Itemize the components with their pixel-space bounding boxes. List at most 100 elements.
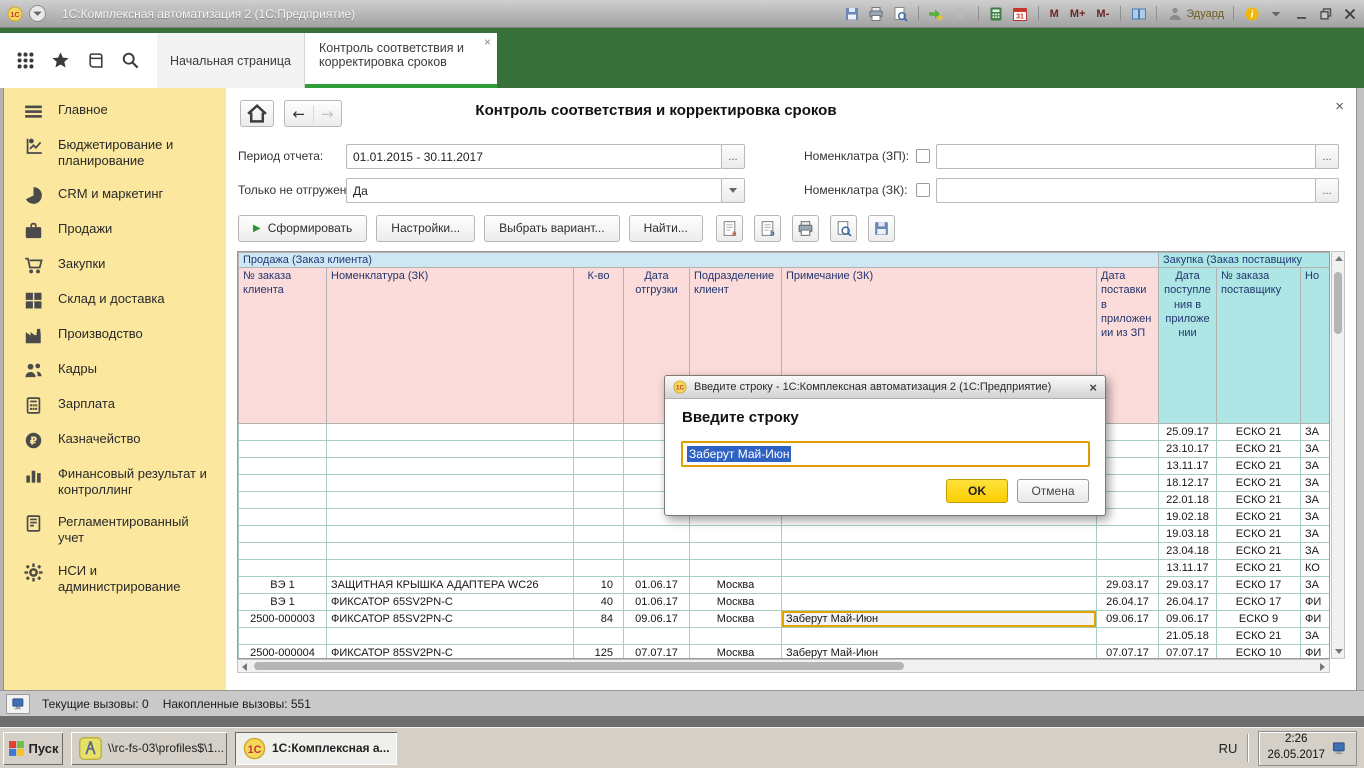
dialog-close-icon[interactable]: × <box>1089 380 1097 395</box>
table-cell[interactable] <box>624 543 690 560</box>
table-row[interactable]: 2500-000003ФИКСАТОР 85SV2PN-C8409.06.17М… <box>239 611 1331 628</box>
table-cell[interactable] <box>782 560 1097 577</box>
table-cell[interactable]: Заберут Май-Июн <box>782 611 1097 628</box>
table-cell[interactable] <box>239 424 327 441</box>
table-cell[interactable] <box>239 526 327 543</box>
close-button[interactable] <box>1342 6 1358 22</box>
menu-grid-icon[interactable] <box>16 51 35 70</box>
table-cell[interactable]: 09.06.17 <box>624 611 690 628</box>
table-cell[interactable]: ЕСКО 21 <box>1217 560 1301 577</box>
column-header[interactable]: К-во <box>574 268 624 424</box>
find-button[interactable]: Найти... <box>629 215 703 242</box>
table-cell[interactable]: 25.09.17 <box>1159 424 1217 441</box>
taskbar-item[interactable]: 1С1С:Комплексная а... <box>235 732 397 765</box>
sidebar-item[interactable]: Главное <box>4 94 226 129</box>
table-cell[interactable]: ФИКСАТОР 85SV2PN-C <box>327 611 574 628</box>
dialog-title-bar[interactable]: 1С Введите строку - 1С:Комплексная автом… <box>665 376 1105 399</box>
table-cell[interactable] <box>782 543 1097 560</box>
table-cell[interactable] <box>327 543 574 560</box>
table-cell[interactable]: ЗА <box>1301 458 1330 475</box>
nomenclature-zk-input[interactable] <box>936 178 1316 203</box>
scroll-right-icon[interactable] <box>1320 663 1325 671</box>
table-cell[interactable]: 21.05.18 <box>1159 628 1217 645</box>
calc-memory-button[interactable]: M+ <box>1068 5 1088 22</box>
nomenclature-zp-input[interactable] <box>936 144 1316 169</box>
table-cell[interactable]: 10 <box>574 577 624 594</box>
table-cell[interactable]: ЗА <box>1301 526 1330 543</box>
sidebar-item[interactable]: Производство <box>4 318 226 353</box>
table-cell[interactable] <box>239 628 327 645</box>
table-cell[interactable]: ЕСКО 21 <box>1217 458 1301 475</box>
split-icon[interactable] <box>1130 5 1147 22</box>
table-cell[interactable]: ЕСКО 21 <box>1217 543 1301 560</box>
table-cell[interactable]: КО <box>1301 560 1330 577</box>
scroll-left-icon[interactable] <box>242 663 247 671</box>
table-cell[interactable]: 2500-000003 <box>239 611 327 628</box>
table-cell[interactable]: ФИКСАТОР 65SV2PN-C <box>327 594 574 611</box>
table-cell[interactable]: ФИ <box>1301 645 1330 660</box>
sidebar-item[interactable]: Закупки <box>4 248 226 283</box>
forward-button[interactable]: → <box>313 105 342 123</box>
table-cell[interactable] <box>1097 543 1159 560</box>
table-cell[interactable]: ЕСКО 21 <box>1217 424 1301 441</box>
table-cell[interactable] <box>327 441 574 458</box>
not-shipped-select[interactable]: Да <box>346 178 722 203</box>
nomenclature-zk-checkbox[interactable] <box>916 183 930 197</box>
table-row[interactable]: ВЭ 1ЗАЩИТНАЯ КРЫШКА АДАПТЕРА WC261001.06… <box>239 577 1331 594</box>
star-icon[interactable] <box>51 51 70 70</box>
table-cell[interactable] <box>327 492 574 509</box>
table-cell[interactable]: ЕСКО 21 <box>1217 475 1301 492</box>
scroll-up-icon[interactable] <box>1335 256 1343 261</box>
table-cell[interactable]: Москва <box>690 645 782 660</box>
table-cell[interactable] <box>239 509 327 526</box>
table-cell[interactable] <box>690 560 782 577</box>
table-cell[interactable] <box>239 492 327 509</box>
sidebar-item[interactable]: Регламентированный учет <box>4 506 226 555</box>
sidebar-item[interactable]: Склад и доставка <box>4 283 226 318</box>
table-cell[interactable]: 09.06.17 <box>1159 611 1217 628</box>
table-row[interactable]: 13.11.17ЕСКО 21КО <box>239 560 1331 577</box>
chevron-down-icon[interactable] <box>1267 5 1284 22</box>
print-icon[interactable] <box>868 5 885 22</box>
table-cell[interactable]: 07.07.17 <box>1159 645 1217 660</box>
fav-add-icon[interactable] <box>928 5 945 22</box>
nomenclature-zp-checkbox[interactable] <box>916 149 930 163</box>
table-cell[interactable]: ЗА <box>1301 424 1330 441</box>
table-cell[interactable]: ЗА <box>1301 475 1330 492</box>
table-row[interactable]: 21.05.18ЕСКО 21ЗА <box>239 628 1331 645</box>
table-row[interactable]: 23.04.18ЕСКО 21ЗА <box>239 543 1331 560</box>
settings-button[interactable]: Настройки... <box>376 215 475 242</box>
save-icon-button[interactable] <box>868 215 895 242</box>
table-cell[interactable]: 29.03.17 <box>1097 577 1159 594</box>
table-cell[interactable]: 40 <box>574 594 624 611</box>
table-cell[interactable]: ЕСКО 9 <box>1217 611 1301 628</box>
table-cell[interactable]: ВЭ 1 <box>239 577 327 594</box>
table-cell[interactable] <box>327 526 574 543</box>
table-cell[interactable]: ЗА <box>1301 543 1330 560</box>
table-cell[interactable]: 26.04.17 <box>1159 594 1217 611</box>
calc-memory-button[interactable]: M- <box>1094 5 1111 22</box>
table-cell[interactable]: 23.10.17 <box>1159 441 1217 458</box>
table-cell[interactable]: 01.06.17 <box>624 594 690 611</box>
table-cell[interactable]: 13.11.17 <box>1159 458 1217 475</box>
ok-button[interactable]: OK <box>946 479 1008 503</box>
minimize-button[interactable] <box>1294 6 1310 22</box>
table-cell[interactable]: 07.07.17 <box>1097 645 1159 660</box>
nomenclature-zk-picker-button[interactable]: ... <box>1315 178 1339 203</box>
table-cell[interactable] <box>690 628 782 645</box>
table-cell[interactable] <box>624 526 690 543</box>
table-cell[interactable]: ЕСКО 17 <box>1217 577 1301 594</box>
group-header-sale[interactable]: Продажа (Заказ клиента) <box>239 253 1159 268</box>
table-cell[interactable] <box>782 526 1097 543</box>
sidebar-item[interactable]: ₽Казначейство <box>4 423 226 458</box>
doc-a-icon-button[interactable]: a <box>716 215 743 242</box>
vertical-scroll-thumb[interactable] <box>1334 272 1342 334</box>
calc-memory-button[interactable]: M <box>1048 5 1061 22</box>
table-cell[interactable]: 19.02.18 <box>1159 509 1217 526</box>
table-cell[interactable] <box>239 560 327 577</box>
not-shipped-dropdown-button[interactable] <box>721 178 745 203</box>
table-cell[interactable]: 07.07.17 <box>624 645 690 660</box>
table-cell[interactable] <box>1097 560 1159 577</box>
group-header-purchase[interactable]: Закупка (Заказ поставщику <box>1159 253 1330 268</box>
table-cell[interactable]: 125 <box>574 645 624 660</box>
